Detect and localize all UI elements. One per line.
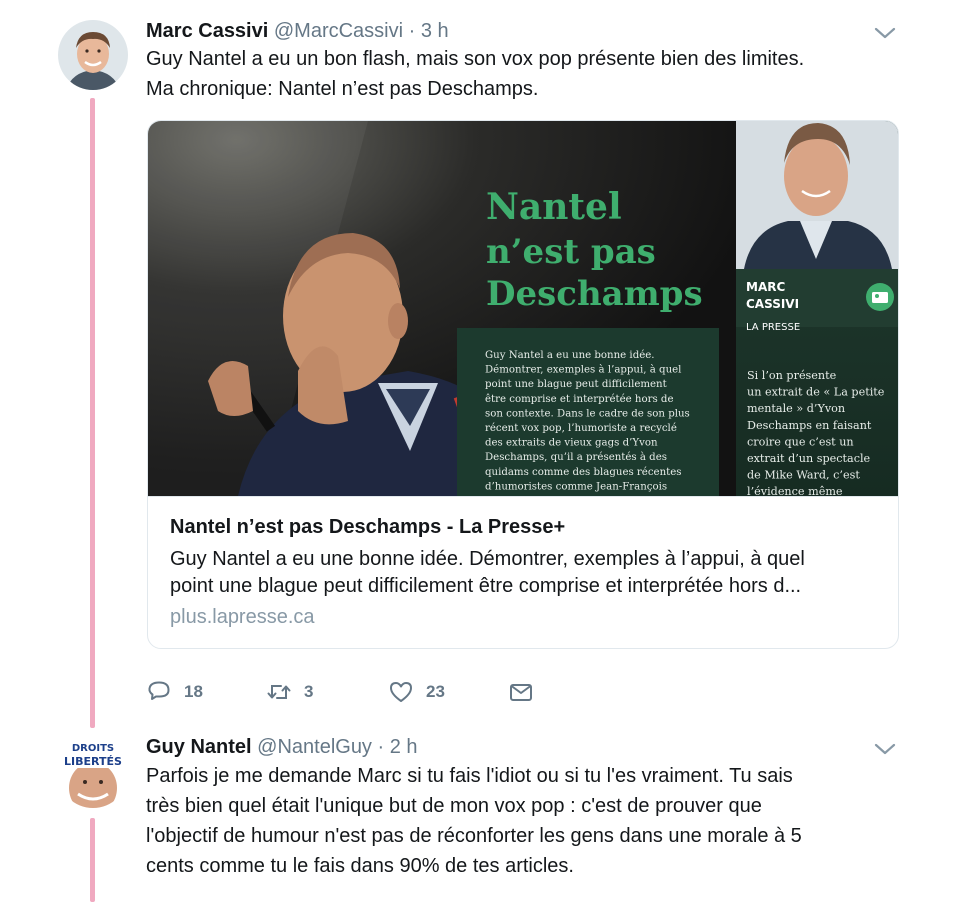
tweet-text-line: Ma chronique: Nantel n’est pas Deschamps…	[146, 78, 539, 100]
reply-icon	[148, 681, 170, 700]
card-image[interactable]: Nantel n’est pas Deschamps Guy Nantel a …	[148, 121, 898, 497]
excerpt-line: mentale » d’Yvon	[747, 402, 845, 415]
author-name[interactable]: Guy Nantel	[146, 736, 252, 758]
separator-dot: ·	[377, 736, 385, 758]
like-button[interactable]: 23	[388, 677, 445, 707]
excerpt-line: d’humoristes comme Jean-François	[485, 481, 667, 492]
excerpt-line: Si l’on présente	[747, 369, 837, 382]
timestamp[interactable]: 2 h	[390, 736, 418, 758]
tweet-header: Marc Cassivi @MarcCassivi · 3 h	[146, 20, 449, 43]
direct-message-button[interactable]	[508, 677, 534, 707]
heart-icon	[390, 682, 412, 702]
card-domain: plus.lapresse.ca	[170, 606, 315, 628]
link-card[interactable]: Nantel n’est pas Deschamps Guy Nantel a …	[147, 120, 899, 649]
reply-count: 18	[184, 682, 203, 701]
tweet-text: Guy Nantel a eu un bon flash, mais son v…	[146, 44, 906, 104]
retweet-icon	[267, 685, 291, 699]
tweet-text-line: cents comme tu le fais dans 90% de tes a…	[146, 855, 574, 877]
separator-dot: ·	[408, 20, 416, 42]
retweet-button[interactable]: 3	[266, 677, 313, 707]
card-description: Guy Nantel a eu une bonne idée. Démontre…	[170, 546, 880, 600]
card-image-art: Nantel n’est pas Deschamps Guy Nantel a …	[148, 121, 898, 496]
excerpt-line: point une blague peut difficilement	[485, 379, 668, 390]
retweet-count: 3	[304, 682, 314, 701]
tweet-marc-cassivi[interactable]: Marc Cassivi @MarcCassivi · 3 h Guy Nant…	[0, 0, 958, 730]
reply-button[interactable]: 18	[146, 677, 203, 707]
excerpt-line: Guy Nantel a eu une bonne idée.	[485, 349, 655, 361]
card-headline-line: Nantel	[486, 186, 622, 228]
author-handle[interactable]: @NantelGuy	[257, 736, 372, 758]
excerpt-line: Démontrer, exemples à l’appui, à quel	[485, 364, 681, 376]
card-headline-line: n’est pas	[486, 232, 656, 272]
envelope-icon	[510, 684, 532, 701]
excerpt-line: un extrait de « La petite	[747, 386, 885, 399]
excerpt-line: quidams comme des blagues récentes	[485, 466, 681, 478]
tweet-header: Guy Nantel @NantelGuy · 2 h	[146, 736, 418, 759]
excerpt-line: de Mike Ward, c’est	[747, 469, 860, 482]
excerpt-line: Deschamps, qu’il a présentés à des	[485, 451, 667, 463]
avatar-photo-icon	[58, 20, 128, 90]
chevron-down-icon[interactable]	[873, 742, 897, 756]
author-handle[interactable]: @MarcCassivi	[274, 20, 403, 42]
excerpt-line: extrait d’un spectacle	[747, 452, 871, 465]
card-description-line: point une blague peut difficilement être…	[170, 575, 802, 597]
tweet-text-line: Parfois je me demande Marc si tu fais l'…	[146, 765, 793, 787]
author-name[interactable]: Marc Cassivi	[146, 20, 268, 42]
tweet-text-line: l'objectif de humour n'est pas de réconf…	[146, 825, 802, 847]
avatar[interactable]	[58, 20, 128, 90]
avatar-badge-text: DROITS	[72, 743, 114, 754]
tweet-actions: 18 3 23	[146, 677, 566, 707]
avatar-badge-text: LIBERTÉS	[64, 755, 122, 768]
excerpt-line: des extraits de vieux gags d’Yvon	[485, 438, 658, 449]
excerpt-line: croire que c’est un	[747, 435, 854, 448]
tweet-text-line: Guy Nantel a eu un bon flash, mais son v…	[146, 48, 805, 70]
excerpt-line: être comprise et interprétée hors de	[485, 393, 673, 405]
tweet-text-line: très bien quel était l'unique but de mon…	[146, 795, 762, 817]
author-panel-publication: LA PRESSE	[746, 322, 800, 333]
excerpt-line: récent vox pop, l’humoriste a recyclé	[485, 422, 677, 434]
like-count: 23	[426, 682, 445, 701]
tweet-guy-nantel[interactable]: DROITS LIBERTÉS Guy Nantel @NantelGuy · …	[0, 730, 958, 902]
card-headline-line: Deschamps	[486, 274, 703, 314]
chevron-down-icon[interactable]	[873, 26, 897, 40]
author-panel-first-name: MARC	[746, 280, 785, 294]
card-description-line: Guy Nantel a eu une bonne idée. Démontre…	[170, 548, 805, 570]
avatar[interactable]: DROITS LIBERTÉS	[58, 738, 128, 808]
excerpt-line: Deschamps en faisant	[747, 419, 872, 432]
excerpt-line: son contexte. Dans le cadre de son plus	[485, 408, 690, 419]
avatar-photo-icon: DROITS LIBERTÉS	[58, 738, 128, 808]
excerpt-line: l’évidence même	[747, 485, 843, 496]
timestamp[interactable]: 3 h	[421, 20, 449, 42]
tweet-text: Parfois je me demande Marc si tu fais l'…	[146, 761, 906, 881]
author-panel-last-name: CASSIVI	[746, 297, 799, 311]
card-title[interactable]: Nantel n’est pas Deschamps - La Presse+	[170, 516, 565, 539]
